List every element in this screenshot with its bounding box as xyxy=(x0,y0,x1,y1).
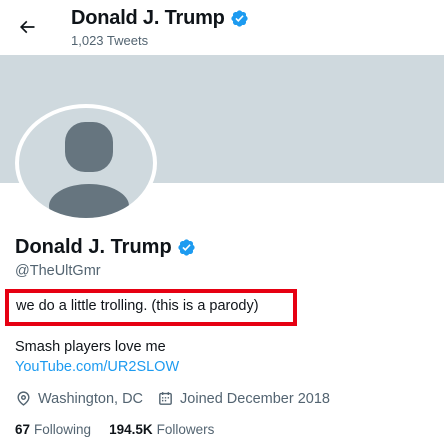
profile-page: Donald J. Trump 1,023 Tweets Donald J. T… xyxy=(0,0,444,447)
verified-badge-icon xyxy=(231,10,248,27)
follow-stats-row: 67 Following 194.5K Followers xyxy=(15,422,214,437)
profile-name-row: Donald J. Trump xyxy=(15,236,196,259)
location-pin-icon xyxy=(17,391,30,406)
following-link[interactable]: 67 Following xyxy=(15,422,91,437)
avatar[interactable] xyxy=(15,104,157,222)
bio-link[interactable]: YouTube.com/UR2SLOW xyxy=(15,359,179,375)
joined-item: Joined December 2018 xyxy=(157,390,330,407)
verified-badge-icon xyxy=(178,239,195,256)
arrow-left-icon xyxy=(19,20,35,34)
back-button[interactable] xyxy=(14,14,40,40)
following-count: 67 xyxy=(15,422,31,437)
calendar-icon xyxy=(159,392,172,405)
default-avatar-silhouette xyxy=(19,108,153,218)
location-item: Washington, DC xyxy=(15,390,143,407)
top-bar: Donald J. Trump 1,023 Tweets xyxy=(0,0,444,55)
header-name: Donald J. Trump xyxy=(71,7,225,29)
joined-text: Joined December 2018 xyxy=(180,390,330,407)
bio-highlighted-text: we do a little trolling. (this is a paro… xyxy=(16,298,259,314)
tweet-count: 1,023 Tweets xyxy=(71,33,149,48)
followers-label: Followers xyxy=(156,422,215,437)
followers-link[interactable]: 194.5K Followers xyxy=(109,422,214,437)
followers-count: 194.5K xyxy=(109,422,153,437)
profile-handle: @TheUltGmr xyxy=(15,263,101,279)
following-label: Following xyxy=(34,422,92,437)
location-text: Washington, DC xyxy=(38,390,144,407)
profile-meta-row: Washington, DC Joined December 2018 xyxy=(15,390,330,407)
bio-line: Smash players love me xyxy=(15,339,166,355)
avatar-silhouette-icon xyxy=(49,122,129,218)
profile-name: Donald J. Trump xyxy=(15,236,172,258)
header-title-row: Donald J. Trump xyxy=(71,7,249,30)
